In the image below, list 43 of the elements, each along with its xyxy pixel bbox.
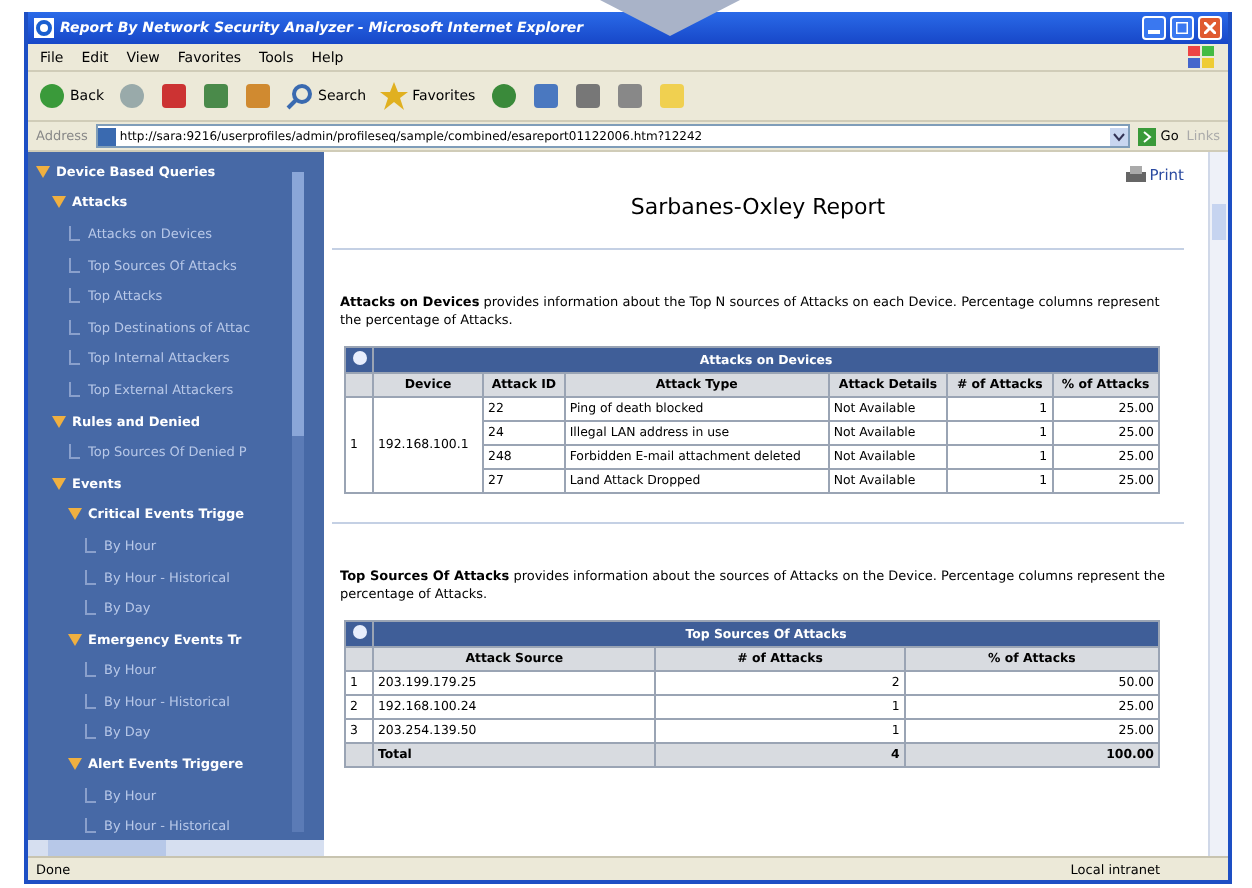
favorites-icon [380, 82, 409, 110]
tree-line-icon [84, 600, 98, 617]
maximize-button[interactable] [1170, 16, 1194, 40]
tree-line-icon [68, 350, 82, 367]
tree-line-icon [84, 787, 98, 804]
expand-arrow-icon[interactable] [68, 508, 82, 521]
horizontal-scrollbar[interactable] [28, 840, 324, 856]
tree-line-icon [68, 225, 82, 242]
tree-line-icon [68, 319, 82, 336]
tree-line-icon [84, 724, 98, 741]
windows-logo-icon [1188, 45, 1216, 69]
ie-icon [34, 18, 54, 38]
expand-arrow-icon[interactable] [52, 415, 66, 428]
go-icon [1138, 127, 1157, 145]
info-icon[interactable] [351, 624, 367, 641]
tree-line-icon [84, 537, 98, 554]
expand-arrow-icon[interactable] [52, 477, 66, 490]
tree-line-icon [68, 381, 82, 398]
scrollbar[interactable] [1208, 152, 1228, 856]
report-title: Sarbanes-Oxley Report [628, 194, 888, 220]
scrollbar[interactable] [292, 172, 304, 832]
tree-line-icon [68, 444, 82, 461]
minimize-button[interactable] [1142, 16, 1166, 40]
expand-arrow-icon[interactable] [68, 758, 82, 771]
tree-line-icon [84, 818, 98, 835]
tree-line-icon [68, 257, 82, 274]
tree-line-icon [68, 288, 82, 305]
expand-arrow-icon[interactable] [68, 633, 82, 646]
close-icon [1204, 22, 1216, 34]
close-button[interactable] [1198, 16, 1222, 40]
back-icon [38, 82, 66, 110]
tree-line-icon [84, 569, 98, 586]
dropdown-icon[interactable] [1110, 127, 1129, 145]
maximize-icon [1176, 22, 1188, 34]
expand-arrow-icon[interactable] [52, 196, 66, 209]
tree-line-icon [84, 693, 98, 710]
tree-line-icon [84, 662, 98, 679]
info-icon[interactable] [351, 350, 367, 367]
search-icon [286, 82, 314, 110]
expand-arrow-icon[interactable] [36, 165, 50, 178]
page-icon [97, 127, 116, 145]
pointer-arrow [600, 0, 740, 36]
printer-icon [1125, 166, 1146, 184]
